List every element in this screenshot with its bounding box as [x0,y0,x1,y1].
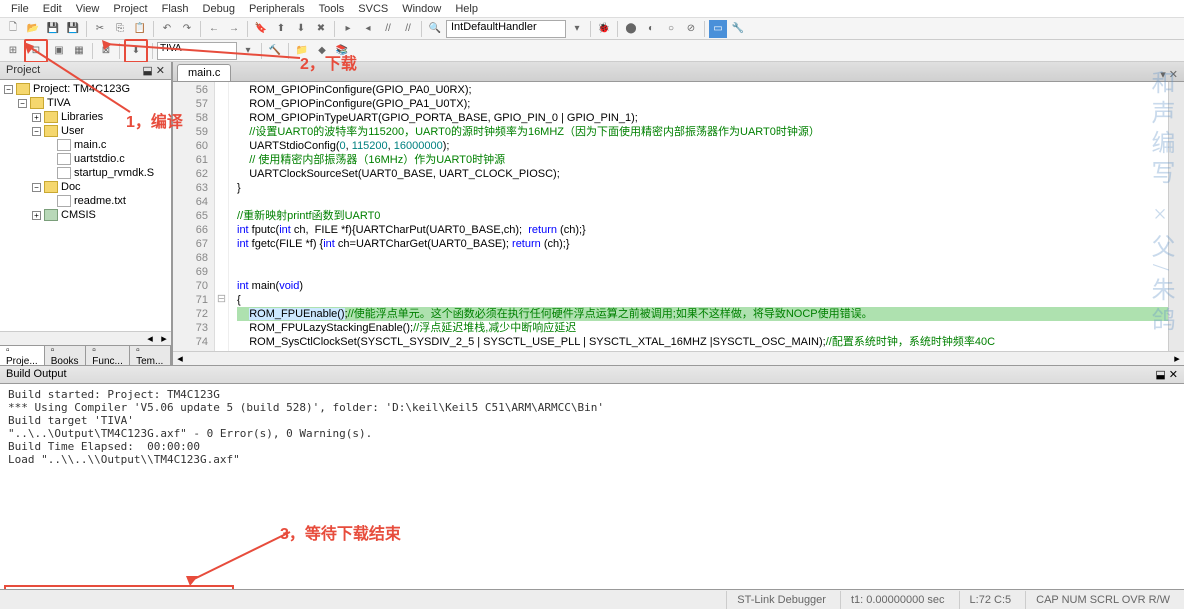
proj-tab-2[interactable]: ▫ Func... [86,346,130,365]
copy-icon[interactable]: ⎘ [111,20,129,38]
back-icon[interactable]: ← [205,20,223,38]
download-icon[interactable]: ⬇ [127,42,145,60]
horizontal-scrollbar[interactable]: ◂▸ [173,351,1184,365]
status-bar: ST-Link Debugger t1: 0.00000000 sec L:72… [0,589,1184,609]
tree-file-uartstdio-c[interactable]: uartstdio.c [0,152,171,166]
window-icon[interactable]: ▭ [709,20,727,38]
bookmark-next-icon[interactable]: ⬇ [292,20,310,38]
tab-main-c[interactable]: main.c [177,64,231,81]
status-caps: CAP NUM SCRL OVR R/W [1025,591,1180,609]
menu-tools[interactable]: Tools [312,3,352,15]
panel-controls[interactable]: ⬓ ✕ [142,64,165,77]
translate-icon[interactable]: ⊞ [4,42,22,60]
code-editor[interactable]: 56575859606162636465666768697071727374 ⊟… [173,82,1184,351]
status-time: t1: 0.00000000 sec [840,591,955,609]
tree-group-cmsis[interactable]: +CMSIS [0,208,171,222]
indent-icon[interactable]: ▸ [339,20,357,38]
breakpoint-icon[interactable]: ⬤ [622,20,640,38]
debug-icon[interactable]: 🐞 [595,20,613,38]
tree-file-readme-txt[interactable]: readme.txt [0,194,171,208]
undo-icon[interactable]: ↶ [158,20,176,38]
forward-icon[interactable]: → [225,20,243,38]
find-icon[interactable]: 🔍 [426,20,444,38]
watermark-text: 和声编写 ×父/朱鸽 [1143,70,1178,337]
proj-tab-1[interactable]: ▫ Books [45,346,87,365]
build-panel-controls[interactable]: ⬓ ✕ [1155,368,1178,381]
project-title-label: Project [6,64,40,77]
project-tabs: ▫ Proje...▫ Books▫ Func...▫ Tem... [0,345,171,365]
find-combo[interactable]: IntDefaultHandler [446,20,566,38]
project-panel-title: Project ⬓ ✕ [0,62,171,80]
project-panel: Project ⬓ ✕ −Project: TM4C123G−TIVA+Libr… [0,62,172,365]
line-gutter: 56575859606162636465666768697071727374 [173,82,215,351]
bookmark-clear-icon[interactable]: ✖ [312,20,330,38]
toolbar-build: ⊞ ⊡ ▣ ▦ ⊠ ⬇ TIVA ▾ 🔨 📁 ◆ 📚 [0,40,1184,62]
open-file-icon[interactable]: 📂 [24,20,42,38]
menu-file[interactable]: File [4,3,36,15]
target-select[interactable]: TIVA [157,42,237,60]
build-icon[interactable]: ⊡ [27,42,45,60]
menu-flash[interactable]: Flash [155,3,196,15]
manage-rte-icon[interactable]: ◆ [313,42,331,60]
menu-view[interactable]: View [69,3,107,15]
batch-build-icon[interactable]: ▦ [70,42,88,60]
menu-edit[interactable]: Edit [36,3,69,15]
tree-file-startup_rvmdk-S[interactable]: startup_rvmdk.S [0,166,171,180]
comment-icon[interactable]: // [379,20,397,38]
books-icon[interactable]: 📚 [333,42,351,60]
find-dropdown-icon[interactable]: ▾ [568,20,586,38]
menu-svcs[interactable]: SVCS [351,3,395,15]
proj-tab-3[interactable]: ▫ Tem... [130,346,171,365]
cut-icon[interactable]: ✂ [91,20,109,38]
toolbar-main: 🗋 📂 💾 💾 ✂ ⎘ 📋 ↶ ↷ ← → 🔖 ⬆ ⬇ ✖ ▸ ◂ // // … [0,18,1184,40]
uncomment-icon[interactable]: // [399,20,417,38]
bookmark-icon[interactable]: 🔖 [252,20,270,38]
menu-project[interactable]: Project [106,3,154,15]
build-output-text[interactable]: Build started: Project: TM4C123G *** Usi… [0,384,1184,598]
build-output-panel: Build Output ⬓ ✕ Build started: Project:… [0,365,1184,598]
stop-build-icon[interactable]: ⊠ [97,42,115,60]
rebuild-icon[interactable]: ▣ [50,42,68,60]
save-all-icon[interactable]: 💾 [64,20,82,38]
menu-peripherals[interactable]: Peripherals [242,3,312,15]
menu-help[interactable]: Help [448,3,485,15]
editor-area: main.c ▾ ✕ 56575859606162636465666768697… [172,62,1184,365]
new-file-icon[interactable]: 🗋 [4,20,22,38]
tree-project-root[interactable]: −Project: TM4C123G [0,82,171,96]
options-icon[interactable]: 🔨 [266,42,284,60]
bp-enable-icon[interactable]: ◐ [642,20,660,38]
fold-gutter[interactable]: ⊟ [215,82,229,351]
tree-target[interactable]: −TIVA [0,96,171,110]
menu-debug[interactable]: Debug [196,3,242,15]
menu-bar: FileEditViewProjectFlashDebugPeripherals… [0,0,1184,18]
editor-tabs: main.c ▾ ✕ [173,62,1184,82]
code-text[interactable]: ROM_GPIOPinConfigure(GPIO_PA0_U0RX); ROM… [229,82,1168,351]
tree-group-libraries[interactable]: +Libraries [0,110,171,124]
status-debugger: ST-Link Debugger [726,591,836,609]
redo-icon[interactable]: ↷ [178,20,196,38]
tree-group-doc[interactable]: −Doc [0,180,171,194]
config-icon[interactable]: 🔧 [729,20,747,38]
tree-group-user[interactable]: −User [0,124,171,138]
build-output-title: Build Output [6,368,67,381]
save-icon[interactable]: 💾 [44,20,62,38]
paste-icon[interactable]: 📋 [131,20,149,38]
unindent-icon[interactable]: ◂ [359,20,377,38]
status-cursor: L:72 C:5 [959,591,1022,609]
manage-icon[interactable]: 📁 [293,42,311,60]
menu-window[interactable]: Window [395,3,448,15]
bookmark-prev-icon[interactable]: ⬆ [272,20,290,38]
target-dropdown-icon[interactable]: ▾ [239,42,257,60]
bp-disable-icon[interactable]: ○ [662,20,680,38]
project-tree[interactable]: −Project: TM4C123G−TIVA+Libraries−Userma… [0,80,171,331]
tree-file-main-c[interactable]: main.c [0,138,171,152]
bp-kill-icon[interactable]: ⊘ [682,20,700,38]
proj-tab-0[interactable]: ▫ Proje... [0,346,45,365]
